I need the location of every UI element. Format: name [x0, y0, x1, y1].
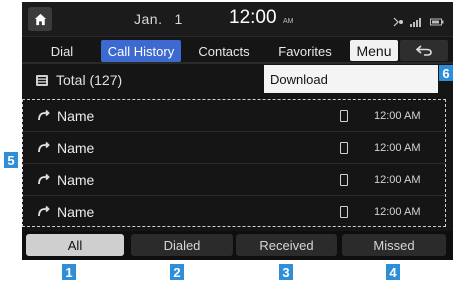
filter-received-button[interactable]: Received: [236, 234, 337, 256]
call-time: 12:00 AM: [374, 206, 421, 218]
tab-contacts[interactable]: Contacts: [186, 40, 262, 62]
outgoing-call-icon: [38, 173, 50, 185]
menu-item-download[interactable]: Download: [264, 65, 438, 93]
battery-icon: [430, 14, 444, 32]
call-row[interactable]: Name 12:00 AM: [23, 132, 445, 164]
call-row[interactable]: Name 12:00 AM: [23, 164, 445, 196]
call-time: 12:00 AM: [374, 109, 421, 122]
date-month: Jan.: [134, 11, 163, 27]
filter-bar: All Dialed Received Missed: [22, 231, 453, 260]
mobile-phone-icon: [340, 206, 348, 218]
home-button[interactable]: [28, 7, 52, 31]
caller-name: Name: [57, 171, 95, 188]
tab-call-history[interactable]: Call History: [101, 40, 181, 62]
callout-badge-5: 5: [4, 152, 18, 168]
menu-button[interactable]: Menu: [350, 40, 398, 61]
tab-dial[interactable]: Dial: [28, 40, 96, 62]
signal-icon: [410, 14, 424, 32]
caller-name: Name: [57, 204, 95, 220]
outgoing-call-icon: [38, 141, 50, 153]
mobile-phone-icon: [340, 142, 348, 154]
tab-divider: [22, 62, 453, 64]
home-icon: [34, 13, 46, 25]
call-history-list: Name 12:00 AM Name 12:00 AM Name 12:00 A…: [22, 99, 446, 227]
mobile-phone-icon: [340, 174, 348, 186]
filter-dialed-button[interactable]: Dialed: [131, 234, 233, 256]
call-time: 12:00 AM: [374, 141, 421, 154]
caller-name: Name: [57, 107, 95, 124]
tab-favorites[interactable]: Favorites: [266, 40, 344, 62]
call-time: 12:00 AM: [374, 173, 421, 186]
clock-ampm: AM: [283, 18, 294, 25]
total-count: Total (127): [22, 66, 262, 94]
call-row[interactable]: Name 12:00 AM: [23, 100, 445, 132]
clock: 12:00: [229, 7, 277, 28]
head-unit-screen: Jan. 1 12:00 AM Dial Call History Contact…: [22, 2, 453, 260]
date-display: Jan. 1: [134, 11, 183, 27]
list-icon: [36, 74, 48, 86]
callout-badge-6: 6: [439, 65, 453, 81]
filter-missed-button[interactable]: Missed: [342, 234, 446, 256]
outgoing-call-icon: [38, 109, 50, 121]
status-icons: [392, 14, 444, 32]
total-label: Total (127): [56, 72, 123, 88]
caller-name: Name: [57, 139, 95, 156]
callout-badge-3: 3: [279, 264, 293, 280]
callout-badge-2: 2: [170, 264, 184, 280]
call-row[interactable]: Name 12:00 AM: [23, 196, 445, 228]
date-day: 1: [174, 11, 183, 27]
back-button[interactable]: [400, 40, 448, 61]
mobile-phone-icon: [340, 110, 348, 122]
back-arrow-icon: [416, 45, 432, 56]
filter-all-button[interactable]: All: [26, 234, 124, 256]
callout-badge-1: 1: [62, 264, 76, 280]
callout-badge-4: 4: [386, 264, 400, 280]
bluetooth-phone-icon: [392, 14, 404, 32]
outgoing-call-icon: [38, 205, 50, 217]
status-bar: Jan. 1 12:00 AM: [22, 2, 453, 37]
